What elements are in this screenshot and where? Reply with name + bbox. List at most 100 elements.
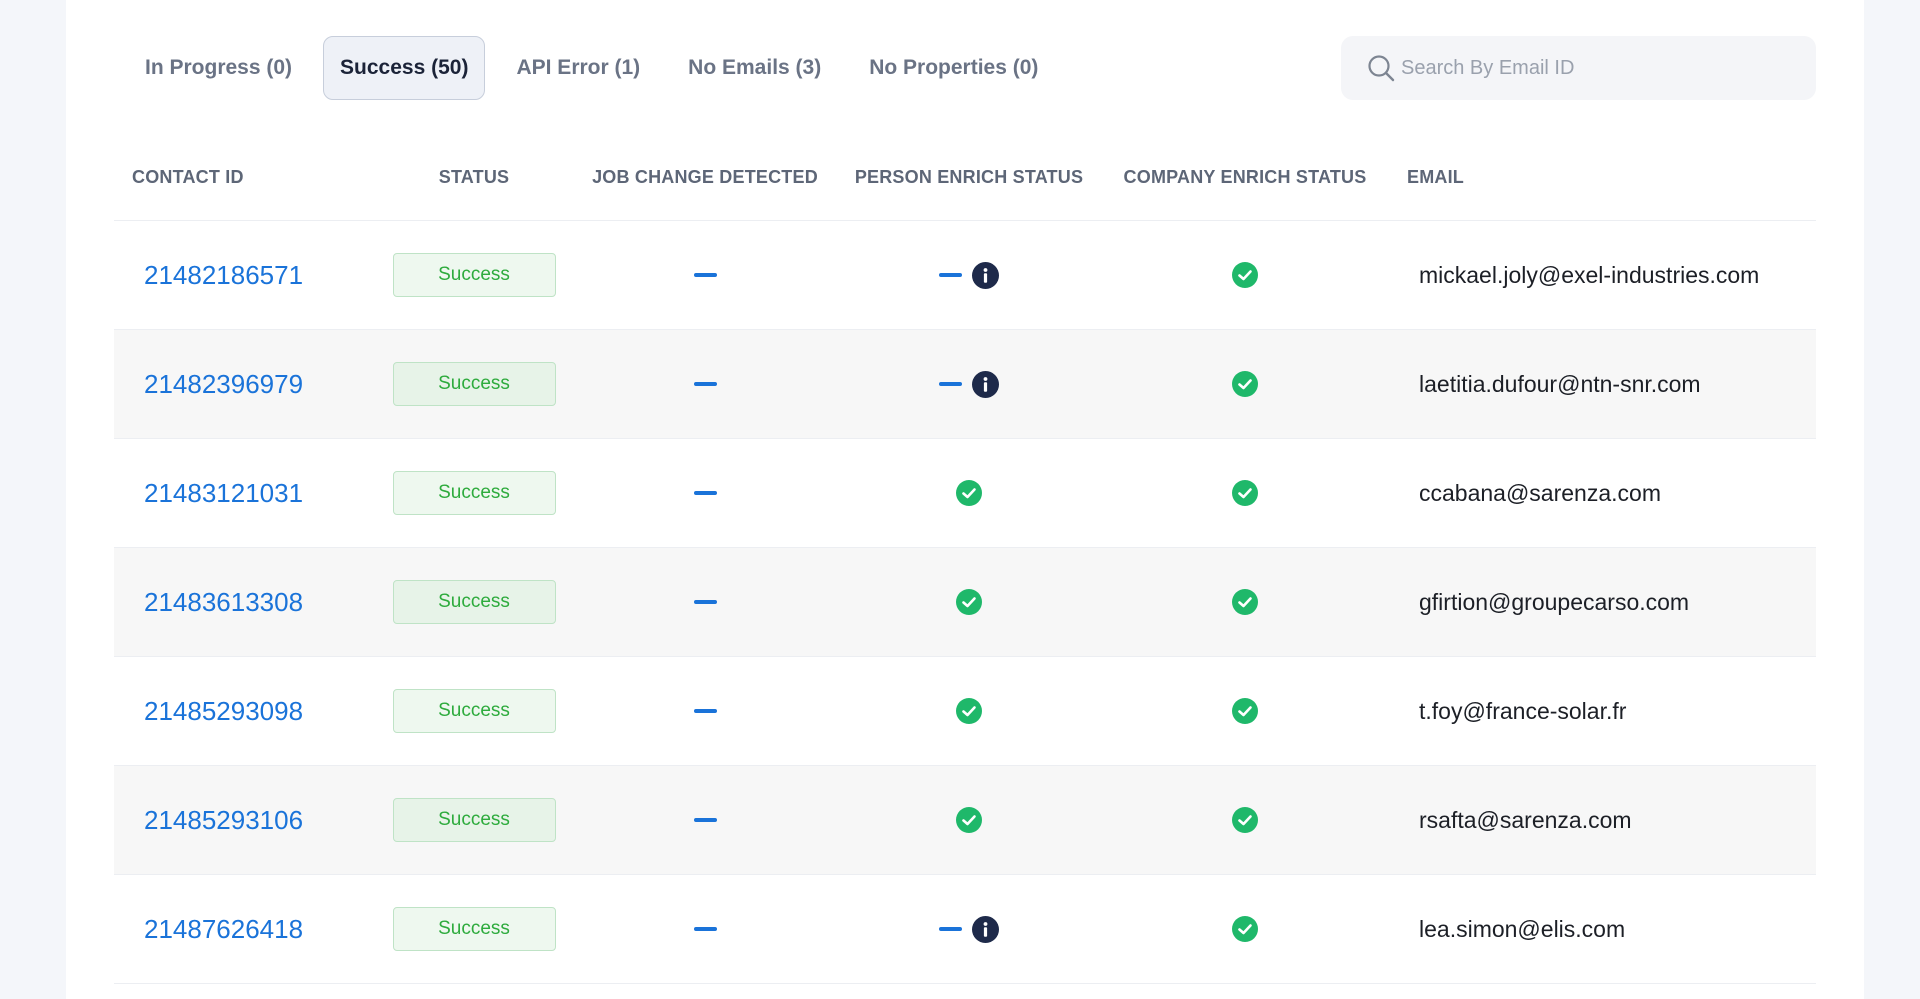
- cell-company-enrich: [1102, 371, 1388, 397]
- check-circle-icon: [1232, 480, 1258, 506]
- contact-id-link[interactable]: 21482396979: [144, 369, 303, 399]
- contact-id-link[interactable]: 21482186571: [144, 260, 303, 290]
- contacts-table: CONTACT ID STATUS JOB CHANGE DETECTED PE…: [114, 135, 1816, 984]
- contact-id-link[interactable]: 21483613308: [144, 587, 303, 617]
- dash-icon: [693, 491, 717, 495]
- cell-status: Success: [374, 798, 574, 842]
- table-body: 21482186571 Success mickael.joly@exel-indu…: [114, 221, 1816, 984]
- info-icon[interactable]: [972, 261, 999, 289]
- email-text: ccabana@sarenza.com: [1419, 479, 1661, 506]
- check-circle-icon: [1232, 589, 1258, 615]
- status-badge: Success: [392, 362, 556, 406]
- check-circle-icon: [956, 698, 982, 724]
- cell-contact-id: 21482396979: [114, 369, 374, 400]
- cell-person-enrich: [836, 589, 1102, 615]
- dash-icon: [693, 600, 717, 604]
- dash-icon: [939, 927, 962, 931]
- info-icon[interactable]: [972, 915, 999, 943]
- table-row: 21485293098 Success t.foy@france-solar.fr: [114, 657, 1816, 766]
- contact-id-link[interactable]: 21485293106: [144, 805, 303, 835]
- cell-contact-id: 21482186571: [114, 260, 374, 291]
- cell-contact-id: 21483613308: [114, 587, 374, 618]
- cell-contact-id: 21485293098: [114, 696, 374, 727]
- cell-contact-id: 21487626418: [114, 914, 374, 945]
- cell-job-change: [574, 382, 836, 386]
- cell-company-enrich: [1102, 916, 1388, 942]
- cell-email: t.foy@france-solar.fr: [1388, 698, 1816, 725]
- cell-company-enrich: [1102, 589, 1388, 615]
- check-circle-icon: [1232, 698, 1258, 724]
- tab-success[interactable]: Success (50): [323, 36, 486, 100]
- search-icon: [1368, 55, 1395, 82]
- cell-job-change: [574, 491, 836, 495]
- table-header: CONTACT ID STATUS JOB CHANGE DETECTED PE…: [114, 135, 1816, 221]
- check-circle-icon: [1232, 262, 1258, 288]
- dash-icon: [939, 273, 962, 277]
- cell-email: mickael.joly@exel-industries.com: [1388, 262, 1816, 289]
- contact-id-link[interactable]: 21485293098: [144, 696, 303, 726]
- cell-email: ccabana@sarenza.com: [1388, 480, 1816, 507]
- search-box[interactable]: [1341, 36, 1816, 100]
- cell-company-enrich: [1102, 480, 1388, 506]
- cell-contact-id: 21483121031: [114, 478, 374, 509]
- cell-person-enrich: [836, 370, 1102, 398]
- cell-email: gfirtion@groupecarso.com: [1388, 589, 1816, 616]
- table-row: 21482396979 Success laetitia.dufour@ntn-sn…: [114, 330, 1816, 439]
- cell-job-change: [574, 600, 836, 604]
- status-badge: Success: [392, 689, 556, 733]
- table-row: 21483121031 Success ccabana@sarenza.com: [114, 439, 1816, 548]
- cell-status: Success: [374, 471, 574, 515]
- info-icon[interactable]: [972, 370, 999, 398]
- cell-status: Success: [374, 580, 574, 624]
- status-badge: Success: [392, 253, 556, 297]
- check-circle-icon: [956, 480, 982, 506]
- cell-company-enrich: [1102, 698, 1388, 724]
- check-circle-icon: [1232, 371, 1258, 397]
- dash-icon: [693, 927, 717, 931]
- status-tabs: In Progress (0) Success (50) API Error (…: [128, 36, 1069, 100]
- search-input[interactable]: [1399, 55, 1803, 81]
- table-row: 21487626418 Success lea.simon@elis.com: [114, 875, 1816, 984]
- cell-contact-id: 21485293106: [114, 805, 374, 836]
- cell-person-enrich: [836, 480, 1102, 506]
- cell-person-enrich: [836, 807, 1102, 833]
- header-contact-id: CONTACT ID: [132, 167, 244, 187]
- tab-in-progress[interactable]: In Progress (0): [128, 36, 309, 100]
- email-text: rsafta@sarenza.com: [1419, 806, 1632, 833]
- header-company-enrich: COMPANY ENRICH STATUS: [1123, 167, 1367, 187]
- dash-icon: [693, 382, 717, 386]
- status-badge: Success: [392, 471, 556, 515]
- cell-job-change: [574, 927, 836, 931]
- status-badge: Success: [392, 798, 556, 842]
- contact-id-link[interactable]: 21483121031: [144, 478, 303, 508]
- contact-id-link[interactable]: 21487626418: [144, 914, 303, 944]
- header-job-change: JOB CHANGE DETECTED: [592, 167, 818, 187]
- cell-email: lea.simon@elis.com: [1388, 916, 1816, 943]
- cell-job-change: [574, 273, 836, 277]
- cell-email: laetitia.dufour@ntn-snr.com: [1388, 371, 1816, 398]
- status-badge: Success: [392, 907, 556, 951]
- email-text: mickael.joly@exel-industries.com: [1419, 261, 1760, 288]
- tab-no-properties[interactable]: No Properties (0): [852, 36, 1055, 100]
- cell-company-enrich: [1102, 807, 1388, 833]
- table-row: 21485293106 Success rsafta@sarenza.com: [114, 766, 1816, 875]
- check-circle-icon: [956, 807, 982, 833]
- table-row: 21483613308 Success gfirtion@groupecarso.c…: [114, 548, 1816, 657]
- cell-person-enrich: [836, 698, 1102, 724]
- cell-job-change: [574, 818, 836, 822]
- dash-icon: [693, 273, 717, 277]
- dash-icon: [693, 709, 717, 713]
- tab-no-emails[interactable]: No Emails (3): [671, 36, 838, 100]
- cell-person-enrich: [836, 915, 1102, 943]
- status-badge: Success: [392, 580, 556, 624]
- check-circle-icon: [1232, 916, 1258, 942]
- cell-status: Success: [374, 689, 574, 733]
- header-person-enrich: PERSON ENRICH STATUS: [854, 167, 1084, 187]
- main-panel: In Progress (0) Success (50) API Error (…: [66, 0, 1864, 999]
- tab-api-error[interactable]: API Error (1): [499, 36, 657, 100]
- cell-company-enrich: [1102, 262, 1388, 288]
- header-status: STATUS: [438, 167, 510, 187]
- email-text: laetitia.dufour@ntn-snr.com: [1419, 370, 1701, 397]
- dash-icon: [939, 382, 962, 386]
- check-circle-icon: [1232, 807, 1258, 833]
